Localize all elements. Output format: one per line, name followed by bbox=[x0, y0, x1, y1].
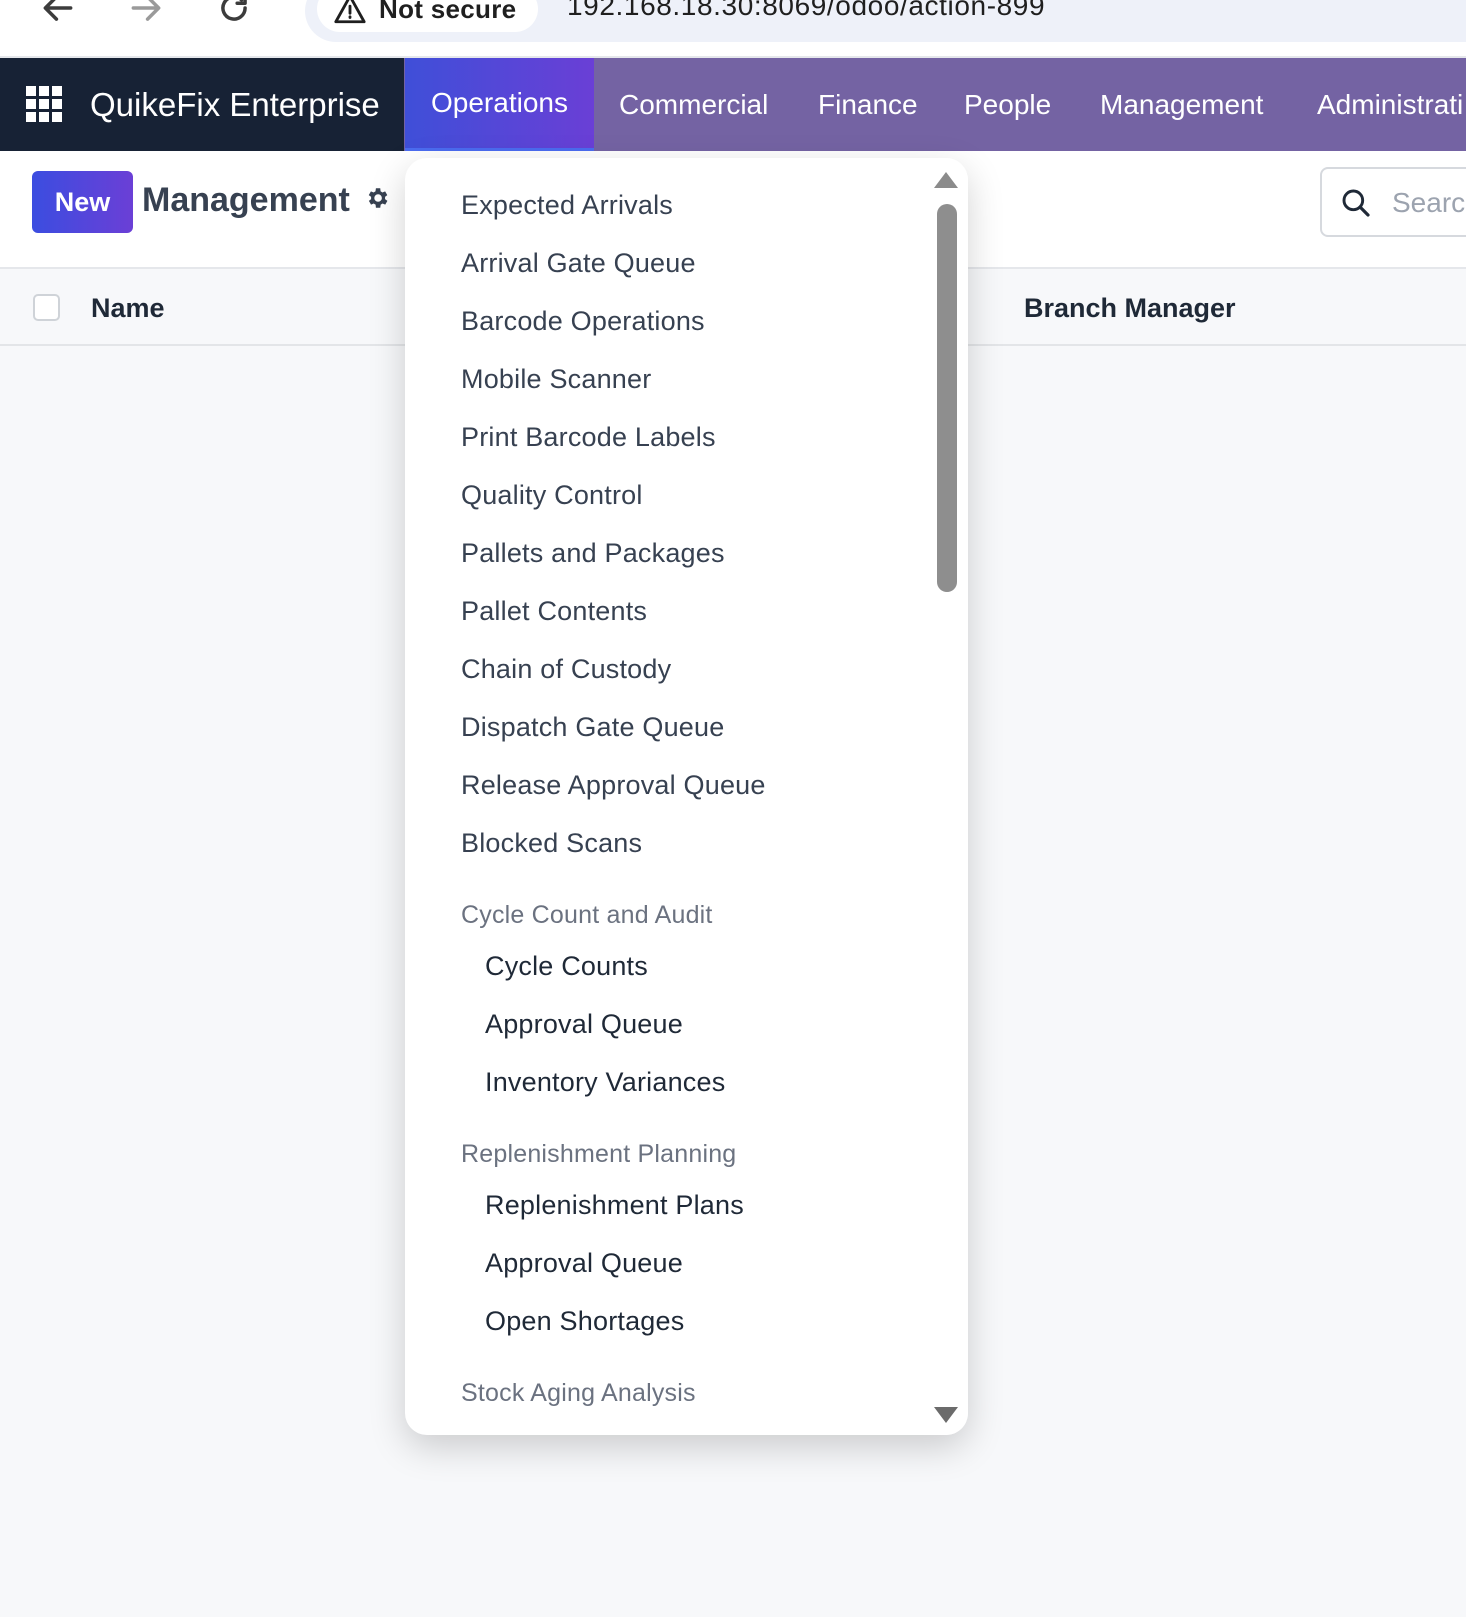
dropdown-section-header: Replenishment Planning bbox=[461, 1140, 737, 1168]
dropdown-item[interactable]: Expected Arrivals bbox=[461, 190, 673, 221]
dropdown-subitem[interactable]: Cycle Counts bbox=[485, 951, 648, 982]
forward-arrow-icon bbox=[131, 0, 161, 21]
select-all-checkbox[interactable] bbox=[33, 294, 60, 321]
scrollbar-thumb[interactable] bbox=[937, 204, 957, 592]
brand-name[interactable]: QuikeFix Enterprise bbox=[90, 86, 380, 124]
dropdown-section-header: Cycle Count and Audit bbox=[461, 901, 713, 929]
dropdown-subitem[interactable]: Approval Queue bbox=[485, 1009, 683, 1040]
operations-dropdown: Expected Arrivals Arrival Gate Queue Bar… bbox=[405, 158, 968, 1435]
back-arrow-icon bbox=[43, 0, 73, 21]
menu-people[interactable]: People bbox=[964, 58, 1051, 151]
dropdown-item[interactable]: Mobile Scanner bbox=[461, 364, 651, 395]
security-label: Not secure bbox=[379, 0, 517, 24]
warning-icon bbox=[334, 0, 366, 24]
dropdown-item[interactable]: Release Approval Queue bbox=[461, 770, 766, 801]
dropdown-subitem[interactable]: Approval Queue bbox=[485, 1248, 683, 1279]
column-name[interactable]: Name bbox=[91, 293, 165, 324]
forward-button[interactable] bbox=[124, 0, 168, 30]
dropdown-item[interactable]: Chain of Custody bbox=[461, 654, 671, 685]
address-bar[interactable]: Not secure 192.168.18.30:8069/odoo/actio… bbox=[305, 0, 1466, 42]
back-button[interactable] bbox=[36, 0, 80, 30]
dropdown-item[interactable]: Arrival Gate Queue bbox=[461, 248, 696, 279]
scroll-up-arrow-icon[interactable] bbox=[934, 172, 958, 188]
dropdown-subitem[interactable]: Open Shortages bbox=[485, 1306, 684, 1337]
dropdown-item[interactable]: Pallet Contents bbox=[461, 596, 647, 627]
search-input[interactable] bbox=[1392, 183, 1466, 223]
column-branch-manager[interactable]: Branch Manager bbox=[1024, 293, 1236, 324]
dropdown-subitem[interactable]: Replenishment Plans bbox=[485, 1190, 744, 1221]
dropdown-subitem[interactable]: Inventory Variances bbox=[485, 1067, 725, 1098]
dropdown-item[interactable]: Quality Control bbox=[461, 480, 643, 511]
dropdown-item[interactable]: Print Barcode Labels bbox=[461, 422, 716, 453]
apps-grid-icon[interactable] bbox=[26, 86, 62, 122]
gear-icon[interactable] bbox=[364, 185, 390, 211]
dropdown-section-header: Stock Aging Analysis bbox=[461, 1379, 696, 1407]
brand-area: QuikeFix Enterprise bbox=[0, 58, 404, 151]
menu-finance[interactable]: Finance bbox=[818, 58, 918, 151]
app-navbar: QuikeFix Enterprise Operations Commercia… bbox=[0, 58, 1466, 151]
menu-commercial[interactable]: Commercial bbox=[619, 58, 768, 151]
scroll-down-arrow-icon[interactable] bbox=[934, 1407, 958, 1423]
new-button[interactable]: New bbox=[32, 171, 133, 233]
reload-button[interactable] bbox=[212, 0, 256, 30]
dropdown-item[interactable]: Pallets and Packages bbox=[461, 538, 725, 569]
browser-toolbar: Not secure 192.168.18.30:8069/odoo/actio… bbox=[0, 0, 1466, 58]
reload-icon bbox=[221, 0, 247, 21]
dropdown-item[interactable]: Blocked Scans bbox=[461, 828, 642, 859]
dropdown-item[interactable]: Dispatch Gate Queue bbox=[461, 712, 724, 743]
url-text[interactable]: 192.168.18.30:8069/odoo/action-899 bbox=[567, 0, 1045, 22]
search-box[interactable] bbox=[1320, 167, 1466, 237]
menu-administration[interactable]: Administrati bbox=[1317, 58, 1463, 151]
search-icon bbox=[1342, 189, 1370, 217]
page-title: Management bbox=[142, 181, 350, 219]
security-indicator[interactable]: Not secure bbox=[317, 0, 539, 32]
menu-operations[interactable]: Operations bbox=[405, 58, 594, 151]
dropdown-item[interactable]: Barcode Operations bbox=[461, 306, 705, 337]
menu-management[interactable]: Management bbox=[1100, 58, 1263, 151]
